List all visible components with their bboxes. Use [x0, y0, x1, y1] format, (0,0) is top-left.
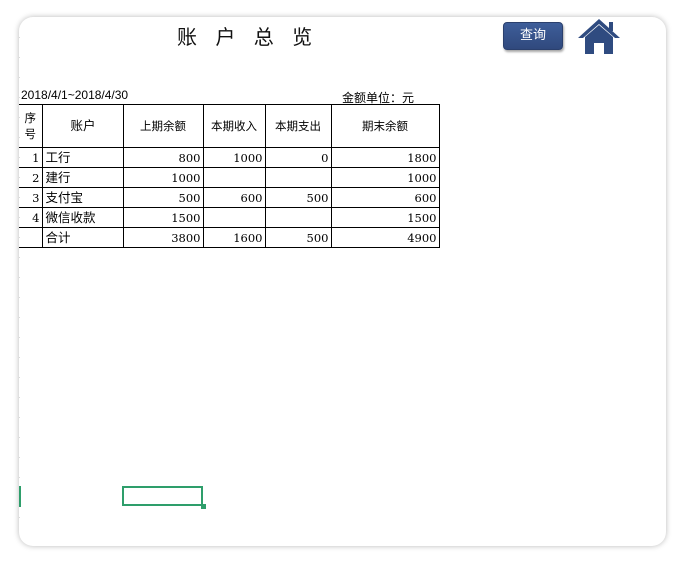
account-summary-table: 序号 账户 上期余额 本期收入 本期支出 期末余额 1 工行 800 1000 … — [19, 104, 440, 248]
cell-opening[interactable]: 1500 — [122, 207, 204, 228]
report-card: 账 户 总 览 查询 2018/4/1~2018/4/30 金额单位：元 序号 … — [19, 17, 666, 546]
cell-no[interactable]: 4 — [19, 207, 43, 228]
page-title: 账 户 总 览 — [177, 25, 319, 49]
column-header-account: 账户 — [41, 104, 124, 148]
cell-total-expense[interactable]: 500 — [264, 227, 332, 248]
column-header-expense: 本期支出 — [264, 104, 332, 148]
date-range: 2018/4/1~2018/4/30 — [21, 88, 129, 102]
cell-no[interactable] — [19, 227, 43, 248]
cell-expense[interactable]: 0 — [264, 147, 332, 168]
cell-total-opening[interactable]: 3800 — [122, 227, 204, 248]
cell-expense[interactable] — [264, 207, 332, 228]
cell-expense[interactable]: 500 — [264, 187, 332, 208]
table-row: 2 建行 1000 1000 — [19, 167, 440, 188]
cell-income[interactable] — [202, 167, 266, 188]
cell-income[interactable] — [202, 207, 266, 228]
active-row-marker — [19, 486, 21, 507]
fill-handle[interactable] — [201, 504, 206, 509]
column-header-income: 本期收入 — [202, 104, 266, 148]
cell-closing[interactable]: 1800 — [330, 147, 440, 168]
table-row: 1 工行 800 1000 0 1800 — [19, 147, 440, 168]
cell-closing[interactable]: 1000 — [330, 167, 440, 188]
table-row: 4 微信收款 1500 1500 — [19, 207, 440, 228]
selected-cell[interactable] — [122, 486, 203, 506]
home-icon[interactable] — [576, 17, 622, 57]
cell-account[interactable]: 建行 — [41, 167, 124, 188]
total-row: 合计 3800 1600 500 4900 — [19, 227, 440, 248]
cell-account[interactable]: 支付宝 — [41, 187, 124, 208]
cell-income[interactable]: 1000 — [202, 147, 266, 168]
cell-no[interactable]: 3 — [19, 187, 43, 208]
query-button[interactable]: 查询 — [503, 22, 563, 50]
cell-opening[interactable]: 1000 — [122, 167, 204, 188]
cell-opening[interactable]: 800 — [122, 147, 204, 168]
cell-no[interactable]: 1 — [19, 147, 43, 168]
cell-closing[interactable]: 600 — [330, 187, 440, 208]
cell-closing[interactable]: 1500 — [330, 207, 440, 228]
cell-account[interactable]: 微信收款 — [41, 207, 124, 228]
column-header-closing: 期末余额 — [330, 104, 440, 148]
cell-total-closing[interactable]: 4900 — [330, 227, 440, 248]
cell-total-label[interactable]: 合计 — [41, 227, 124, 248]
sheet-row-edge — [19, 17, 20, 546]
column-header-no: 序号 — [19, 104, 43, 148]
column-header-opening: 上期余额 — [122, 104, 204, 148]
cell-account[interactable]: 工行 — [41, 147, 124, 168]
table-header-row: 序号 账户 上期余额 本期收入 本期支出 期末余额 — [19, 104, 440, 148]
cell-no[interactable]: 2 — [19, 167, 43, 188]
table-row: 3 支付宝 500 600 500 600 — [19, 187, 440, 208]
cell-opening[interactable]: 500 — [122, 187, 204, 208]
cell-total-income[interactable]: 1600 — [202, 227, 266, 248]
cell-income[interactable]: 600 — [202, 187, 266, 208]
cell-expense[interactable] — [264, 167, 332, 188]
